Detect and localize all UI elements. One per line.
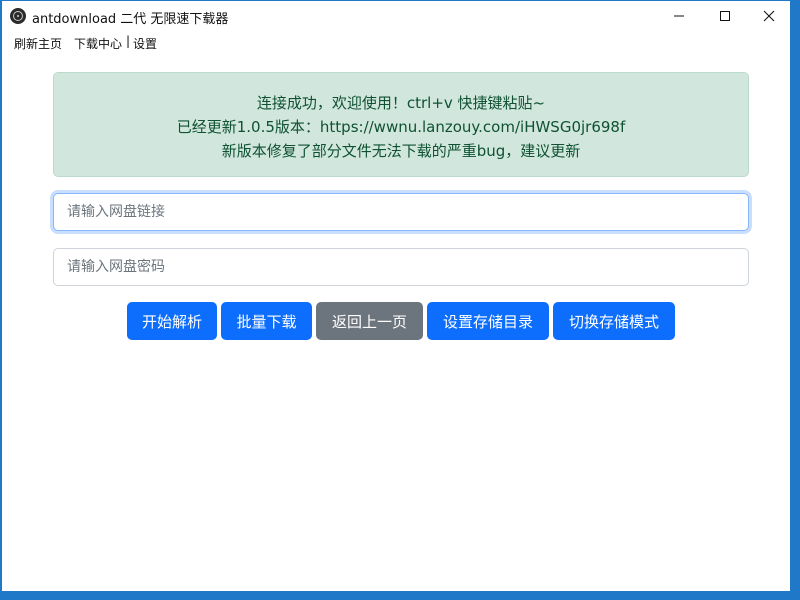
alert-line-bugfix: 新版本修复了部分文件无法下载的严重bug，建议更新: [221, 142, 581, 160]
electron-app-icon: [10, 8, 26, 24]
menu-download-center[interactable]: 下载中心: [74, 35, 122, 52]
menu-bar: 刷新主页 下载中心 | 设置: [2, 31, 790, 53]
maximize-icon: [720, 11, 730, 21]
start-parse-button[interactable]: 开始解析: [127, 302, 217, 340]
switch-storage-mode-button[interactable]: 切换存储模式: [553, 302, 675, 340]
batch-download-button[interactable]: 批量下载: [221, 302, 312, 340]
close-icon: [763, 10, 775, 22]
success-alert: 连接成功，欢迎使用！ctrl+v 快捷键粘贴~ 已经更新1.0.5版本：http…: [53, 72, 749, 177]
password-input[interactable]: [53, 248, 749, 286]
app-window: antdownload 二代 无限速下载器 刷新主页 下载中心 | 设置 连接成…: [1, 0, 791, 592]
minimize-icon: [674, 15, 684, 17]
menu-refresh-home[interactable]: 刷新主页: [14, 35, 62, 52]
window-title: antdownload 二代 无限速下载器: [32, 12, 229, 27]
back-button[interactable]: 返回上一页: [316, 302, 423, 340]
maximize-button[interactable]: [702, 1, 748, 31]
set-storage-dir-button[interactable]: 设置存储目录: [427, 302, 549, 340]
link-input[interactable]: [53, 193, 749, 231]
menu-separator: |: [126, 34, 131, 48]
alert-line-connected: 连接成功，欢迎使用！ctrl+v 快捷键粘贴~: [256, 94, 546, 112]
menu-settings[interactable]: 设置: [133, 35, 157, 52]
alert-line-update: 已经更新1.0.5版本：https://wwnu.lanzouy.com/iHW…: [176, 118, 626, 136]
title-bar[interactable]: antdownload 二代 无限速下载器: [2, 1, 790, 31]
close-button[interactable]: [746, 1, 792, 31]
minimize-button[interactable]: [656, 1, 702, 31]
